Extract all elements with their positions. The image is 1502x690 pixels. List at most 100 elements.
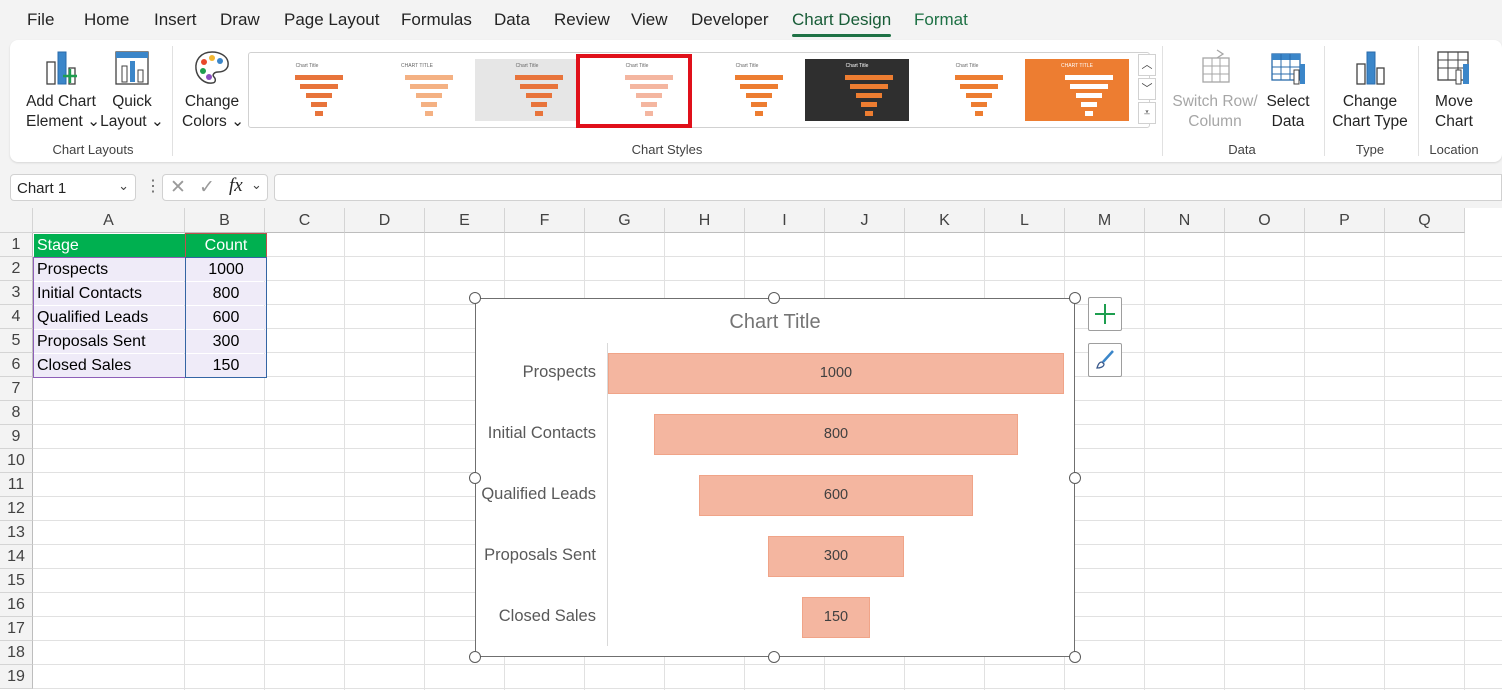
- thumbnail-bar: [865, 111, 873, 116]
- switch-row-column-button[interactable]: Switch Row/ Column: [1172, 48, 1258, 132]
- column-header-q[interactable]: Q: [1385, 208, 1465, 233]
- row-header-6[interactable]: 6: [0, 353, 33, 377]
- row-header-11[interactable]: 11: [0, 473, 33, 497]
- cancel-icon[interactable]: ✕: [170, 176, 186, 199]
- thumbnail-bar: [971, 102, 987, 107]
- row-gridline: [33, 688, 1502, 689]
- resize-handle-top[interactable]: [768, 292, 780, 304]
- menu-developer[interactable]: Developer: [691, 10, 769, 30]
- row-header-2[interactable]: 2: [0, 257, 33, 281]
- quick-layout-button[interactable]: Quick Layout ⌄: [100, 48, 164, 132]
- menu-view[interactable]: View: [631, 10, 668, 30]
- column-gridline: [1144, 233, 1145, 690]
- formula-input[interactable]: [274, 174, 1502, 201]
- thumbnail-bar: [311, 102, 327, 107]
- row-header-18[interactable]: 18: [0, 641, 33, 665]
- change-chart-type-button[interactable]: Change Chart Type: [1332, 48, 1408, 132]
- chevron-down-icon[interactable]: ⌄: [118, 178, 129, 194]
- gallery-scroll-down-button[interactable]: ﹀: [1138, 78, 1156, 100]
- row-header-10[interactable]: 10: [0, 449, 33, 473]
- menu-formulas[interactable]: Formulas: [401, 10, 472, 30]
- change-colors-button[interactable]: Change Colors ⌄: [182, 48, 244, 132]
- column-header-p[interactable]: P: [1305, 208, 1385, 233]
- funnel-chart[interactable]: Chart Title Prospects 1000 Initial Contact…: [475, 298, 1075, 657]
- menu-review[interactable]: Review: [554, 10, 610, 30]
- thumbnail-bar: [861, 102, 877, 107]
- thumbnail-bar: [315, 111, 323, 116]
- column-header-j[interactable]: J: [825, 208, 905, 233]
- insert-function-icon[interactable]: fx: [229, 175, 243, 197]
- resize-handle-bottom-right[interactable]: [1069, 651, 1081, 663]
- name-box[interactable]: Chart 1 ⌄: [10, 174, 136, 201]
- row-header-7[interactable]: 7: [0, 377, 33, 401]
- column-header-m[interactable]: M: [1065, 208, 1145, 233]
- row-header-16[interactable]: 16: [0, 593, 33, 617]
- more-options-icon[interactable]: ⋮: [145, 176, 161, 196]
- column-header-o[interactable]: O: [1225, 208, 1305, 233]
- thumbnail-bar: [966, 93, 992, 98]
- column-header-a[interactable]: A: [33, 208, 185, 233]
- menu-insert[interactable]: Insert: [154, 10, 197, 30]
- chart-elements-button[interactable]: [1088, 297, 1122, 331]
- column-header-e[interactable]: E: [425, 208, 505, 233]
- resize-handle-bottom[interactable]: [768, 651, 780, 663]
- row-header-15[interactable]: 15: [0, 569, 33, 593]
- column-header-n[interactable]: N: [1145, 208, 1225, 233]
- chart-style-thumbnail[interactable]: Chart Title: [695, 59, 799, 121]
- select-data-button[interactable]: Select Data: [1262, 48, 1314, 132]
- resize-handle-left[interactable]: [469, 472, 481, 484]
- resize-handle-top-right[interactable]: [1069, 292, 1081, 304]
- row-header-19[interactable]: 19: [0, 665, 33, 689]
- chart-style-thumbnail[interactable]: CHART TITLE: [365, 59, 469, 121]
- column-header-i[interactable]: I: [745, 208, 825, 233]
- resize-handle-top-left[interactable]: [469, 292, 481, 304]
- spreadsheet-grid[interactable]: ABCDEFGHIJKLMNOPQ 1 2 3 4 5 6 7 8 9 10 11 12 13 14 15 1…: [0, 208, 1502, 690]
- palette-icon: [195, 51, 229, 84]
- chart-style-thumbnail[interactable]: Chart Title: [915, 59, 1019, 121]
- chart-style-thumbnail[interactable]: CHART TITLE: [1025, 59, 1129, 121]
- group-label-location: Location: [1429, 142, 1479, 157]
- menu-data[interactable]: Data: [494, 10, 530, 30]
- gallery-more-button[interactable]: ⩡: [1138, 102, 1156, 124]
- gallery-scroll-up-button[interactable]: ︿: [1138, 54, 1156, 76]
- column-header-k[interactable]: K: [905, 208, 985, 233]
- menu-page-layout[interactable]: Page Layout: [284, 10, 379, 30]
- chart-style-thumbnail[interactable]: Chart Title: [475, 59, 579, 121]
- row-header-4[interactable]: 4: [0, 305, 33, 329]
- row-header-17[interactable]: 17: [0, 617, 33, 641]
- column-header-l[interactable]: L: [985, 208, 1065, 233]
- row-header-8[interactable]: 8: [0, 401, 33, 425]
- row-header-1[interactable]: 1: [0, 233, 33, 257]
- chart-style-thumbnail[interactable]: Chart Title: [255, 59, 359, 121]
- cell-a1[interactable]: Stage: [34, 234, 185, 257]
- menu-chart-design[interactable]: Chart Design: [792, 10, 891, 30]
- row-header-5[interactable]: 5: [0, 329, 33, 353]
- row-header-3[interactable]: 3: [0, 281, 33, 305]
- move-chart-button[interactable]: Move Chart: [1428, 48, 1480, 132]
- column-header-f[interactable]: F: [505, 208, 585, 233]
- chart-style-thumbnail[interactable]: Chart Title: [805, 59, 909, 121]
- menu-home[interactable]: Home: [84, 10, 129, 30]
- menu-file[interactable]: File: [27, 10, 54, 30]
- row-header-9[interactable]: 9: [0, 425, 33, 449]
- add-chart-element-button[interactable]: Add Chart Element ⌄: [26, 48, 100, 132]
- select-all-corner[interactable]: [0, 208, 33, 233]
- column-header-c[interactable]: C: [265, 208, 345, 233]
- column-header-g[interactable]: G: [585, 208, 665, 233]
- menu-draw[interactable]: Draw: [220, 10, 260, 30]
- row-header-13[interactable]: 13: [0, 521, 33, 545]
- column-header-h[interactable]: H: [665, 208, 745, 233]
- menu-format[interactable]: Format: [914, 10, 968, 30]
- chevron-down-icon[interactable]: ⌄: [251, 177, 262, 193]
- resize-handle-right[interactable]: [1069, 472, 1081, 484]
- group-label-chart-layouts: Chart Layouts: [52, 142, 134, 157]
- chart-styles-button[interactable]: [1088, 343, 1122, 377]
- resize-handle-bottom-left[interactable]: [469, 651, 481, 663]
- enter-check-icon[interactable]: ✓: [199, 176, 215, 199]
- row-header-12[interactable]: 12: [0, 497, 33, 521]
- chart-styles-gallery[interactable]: Chart Title CHART TITLE Chart Title Chart T…: [248, 52, 1150, 128]
- column-header-b[interactable]: B: [185, 208, 265, 233]
- chart-title[interactable]: Chart Title: [476, 311, 1074, 334]
- column-header-d[interactable]: D: [345, 208, 425, 233]
- row-header-14[interactable]: 14: [0, 545, 33, 569]
